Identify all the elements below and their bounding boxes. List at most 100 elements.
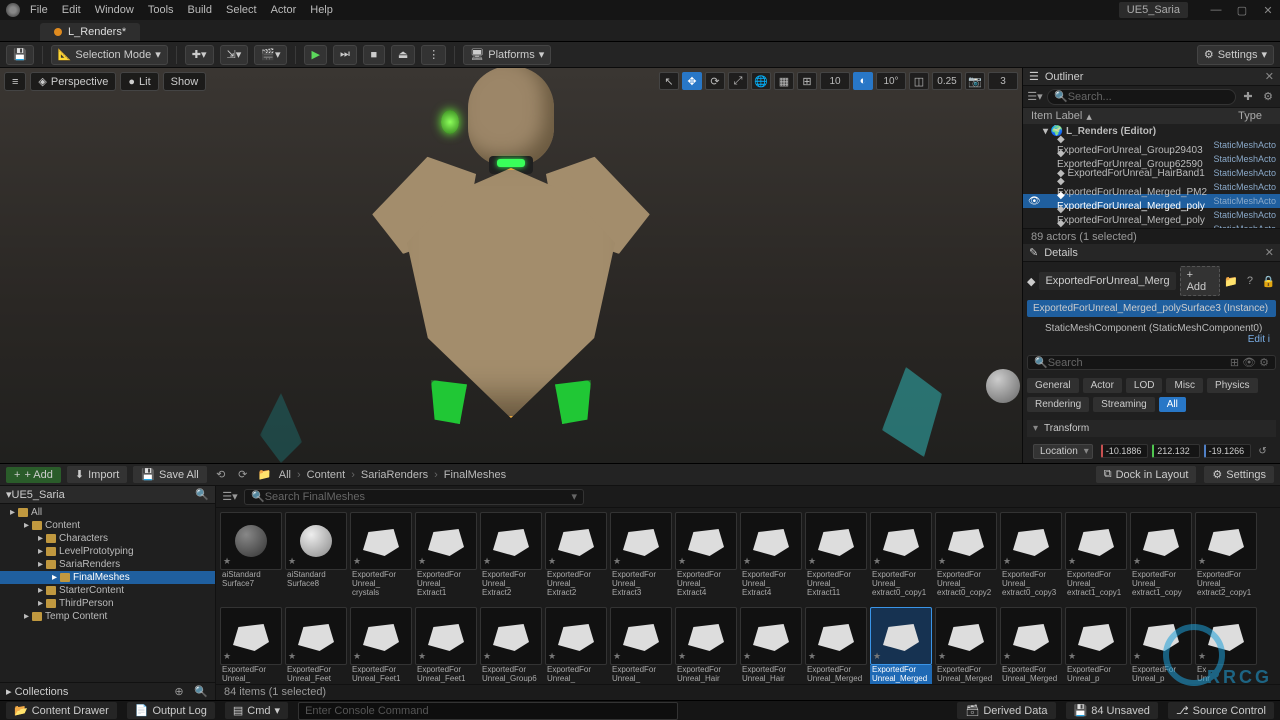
- asset-tile[interactable]: ★ExportedForUnreal_pCube28: [1065, 607, 1127, 684]
- editor-mode-dropdown[interactable]: 📐 Selection Mode ▾: [51, 45, 168, 65]
- asset-tile[interactable]: ★ExportedForUnreal_Feet1: [350, 607, 412, 684]
- outliner-row[interactable]: ◆ ExportedForUnreal_Group62590StaticMesh…: [1023, 152, 1280, 166]
- asset-tile[interactable]: ★ExportedForUnreal_Group29403: [545, 607, 607, 684]
- cb-filter-icon[interactable]: ☰▾: [222, 489, 238, 505]
- new-folder-icon[interactable]: ✚: [1240, 89, 1256, 105]
- details-filter-tab[interactable]: Misc: [1166, 378, 1203, 393]
- help-icon[interactable]: ?: [1243, 273, 1258, 289]
- cb-add-button[interactable]: + + Add: [6, 467, 61, 483]
- cinematics-button[interactable]: 🎬▾: [254, 45, 287, 65]
- source-panel-header[interactable]: ▾ UE5_Saria🔍: [0, 486, 215, 504]
- crumb[interactable]: Content: [307, 469, 346, 481]
- maximize-button[interactable]: ▢: [1236, 4, 1248, 17]
- asset-tile[interactable]: ★ExportedForUnreal_extract2_copy1: [1195, 512, 1257, 604]
- asset-tile[interactable]: ★ExportedForUnreal_Merged_PM3D_: [805, 607, 867, 684]
- menu-help[interactable]: Help: [310, 4, 333, 16]
- outliner-tab[interactable]: ☰ Outliner ✕: [1023, 68, 1280, 86]
- folder-row[interactable]: ▸ StarterContent: [0, 584, 215, 597]
- location-z[interactable]: -19.1266: [1204, 444, 1251, 458]
- asset-tile[interactable]: ★ExportedForUnreal_Merged_polySurface11: [935, 607, 997, 684]
- cb-import-button[interactable]: ⬇ Import: [67, 466, 127, 483]
- actor-name-field[interactable]: ExportedForUnreal_Merg: [1039, 272, 1175, 290]
- component-root[interactable]: ExportedForUnreal_Merged_polySurface3 (I…: [1027, 300, 1276, 317]
- asset-tile[interactable]: ★ExportedForUnreal_extract1_copy: [1130, 512, 1192, 604]
- stop-button[interactable]: ■: [363, 45, 385, 65]
- filter-icon[interactable]: ☰▾: [1027, 89, 1043, 105]
- menu-build[interactable]: Build: [188, 4, 212, 16]
- asset-tile[interactable]: ★ExportedForUnreal_Extract1: [415, 512, 477, 604]
- level-tab[interactable]: L_Renders*: [40, 23, 140, 41]
- output-log-button[interactable]: 📄 Output Log: [127, 702, 215, 719]
- asset-tile[interactable]: ★ExportedForUnreal_Feet1: [415, 607, 477, 684]
- asset-tile[interactable]: ★ExportedForUnreal_Merged_polySurface14: [1000, 607, 1062, 684]
- asset-tile[interactable]: ★ExportedForUnreal_p: [1130, 607, 1192, 684]
- select-tool-icon[interactable]: ↖: [659, 72, 679, 90]
- derived-data-button[interactable]: 🗃 Derived Data: [957, 702, 1055, 719]
- asset-tile[interactable]: ★ExportedForUnreal_Group62590: [610, 607, 672, 684]
- menu-actor[interactable]: Actor: [271, 4, 297, 16]
- marketplace-button[interactable]: ⇲▾: [220, 45, 249, 65]
- asset-tile[interactable]: ★ExportedForUnreal_Extract4: [675, 512, 737, 604]
- asset-tile[interactable]: ★aiStandardSurface8: [285, 512, 347, 604]
- add-component-button[interactable]: + Add: [1180, 266, 1220, 296]
- viewport-menu[interactable]: ≡: [4, 72, 26, 91]
- menu-edit[interactable]: Edit: [62, 4, 81, 16]
- asset-tile[interactable]: ★ExportedForUnreal_extract2_copy: [220, 607, 282, 684]
- unsaved-button[interactable]: 💾 84 Unsaved: [1066, 702, 1158, 719]
- scale-snap-value[interactable]: 0.25: [932, 72, 962, 90]
- column-type[interactable]: Type: [1238, 110, 1272, 122]
- folder-icon[interactable]: 📁: [257, 467, 273, 483]
- dock-button[interactable]: ⧉ Dock in Layout: [1096, 466, 1197, 483]
- scale-snap-icon[interactable]: ◫: [909, 72, 929, 90]
- skip-button[interactable]: ⏭: [333, 45, 357, 65]
- angle-snap-value[interactable]: 10°: [876, 72, 906, 90]
- menu-window[interactable]: Window: [95, 4, 134, 16]
- asset-tile[interactable]: ★ExportedForUnreal_Merged_polySurface3: [870, 607, 932, 684]
- search-collection-icon[interactable]: 🔍: [193, 684, 209, 700]
- asset-tile[interactable]: ★ExportedForUnreal_Group6: [480, 607, 542, 684]
- scale-tool-icon[interactable]: ⤢: [728, 72, 748, 90]
- play-options-button[interactable]: ⋮: [421, 45, 446, 65]
- close-button[interactable]: ✕: [1262, 4, 1274, 17]
- details-filter-tab[interactable]: Rendering: [1027, 397, 1089, 412]
- details-filter-tab[interactable]: LOD: [1126, 378, 1163, 393]
- asset-tile[interactable]: ★aiStandardSurface7: [220, 512, 282, 604]
- asset-tile[interactable]: ★ExportedForUnreal_Extract11: [805, 512, 867, 604]
- menu-select[interactable]: Select: [226, 4, 257, 16]
- viewport-perspective[interactable]: ◈ Perspective: [30, 72, 116, 91]
- folder-row[interactable]: ▸ FinalMeshes: [0, 571, 215, 584]
- surface-snap-icon[interactable]: ▦: [774, 72, 794, 90]
- add-collection-icon[interactable]: ⊕: [171, 684, 187, 700]
- folder-row[interactable]: ▸ Characters: [0, 532, 215, 545]
- angle-snap-icon[interactable]: ◐: [853, 72, 873, 90]
- source-control-button[interactable]: ⎇ Source Control: [1168, 702, 1274, 719]
- crumb-all[interactable]: All: [279, 469, 291, 481]
- folder-row[interactable]: ▸ Content: [0, 519, 215, 532]
- details-filter-tab[interactable]: Actor: [1083, 378, 1122, 393]
- asset-tile[interactable]: ★ExportedForUnreal_Extract3: [610, 512, 672, 604]
- cb-search-input[interactable]: 🔍 Search FinalMeshes▾: [244, 489, 584, 505]
- close-icon[interactable]: ✕: [1265, 70, 1274, 83]
- transform-section[interactable]: Transform: [1027, 420, 1276, 437]
- reset-icon[interactable]: ↺: [1255, 443, 1270, 459]
- folder-row[interactable]: ▸ Temp Content: [0, 610, 215, 623]
- minimize-button[interactable]: —: [1210, 4, 1222, 17]
- details-search[interactable]: 🔍 Search ⊞ 👁 ⚙: [1027, 355, 1276, 370]
- menu-tools[interactable]: Tools: [148, 4, 174, 16]
- folder-row[interactable]: ▸ LevelPrototyping: [0, 545, 215, 558]
- details-filter-tab[interactable]: General: [1027, 378, 1079, 393]
- asset-tile[interactable]: ★ExportedForUnreal_Extract2: [545, 512, 607, 604]
- close-icon[interactable]: ✕: [1265, 246, 1274, 259]
- coord-space-icon[interactable]: 🌐: [751, 72, 771, 90]
- viewport-show[interactable]: Show: [163, 72, 207, 91]
- asset-tile[interactable]: ★ExportedForUnreal_Hair: [675, 607, 737, 684]
- platforms-dropdown[interactable]: 🖥 Platforms ▾: [463, 45, 551, 65]
- content-drawer-button[interactable]: 📂 Content Drawer: [6, 702, 117, 719]
- asset-tile[interactable]: ★ExportedForUnreal_extract0_copy2: [935, 512, 997, 604]
- details-filter-tab[interactable]: Physics: [1207, 378, 1257, 393]
- details-filter-tab[interactable]: All: [1159, 397, 1186, 412]
- folder-row[interactable]: ▸ All: [0, 506, 215, 519]
- play-button[interactable]: ▶: [304, 45, 326, 65]
- camera-speed-icon[interactable]: 📷: [965, 72, 985, 90]
- asset-tile[interactable]: ★ExportedForUnreal_extract0_copy1: [870, 512, 932, 604]
